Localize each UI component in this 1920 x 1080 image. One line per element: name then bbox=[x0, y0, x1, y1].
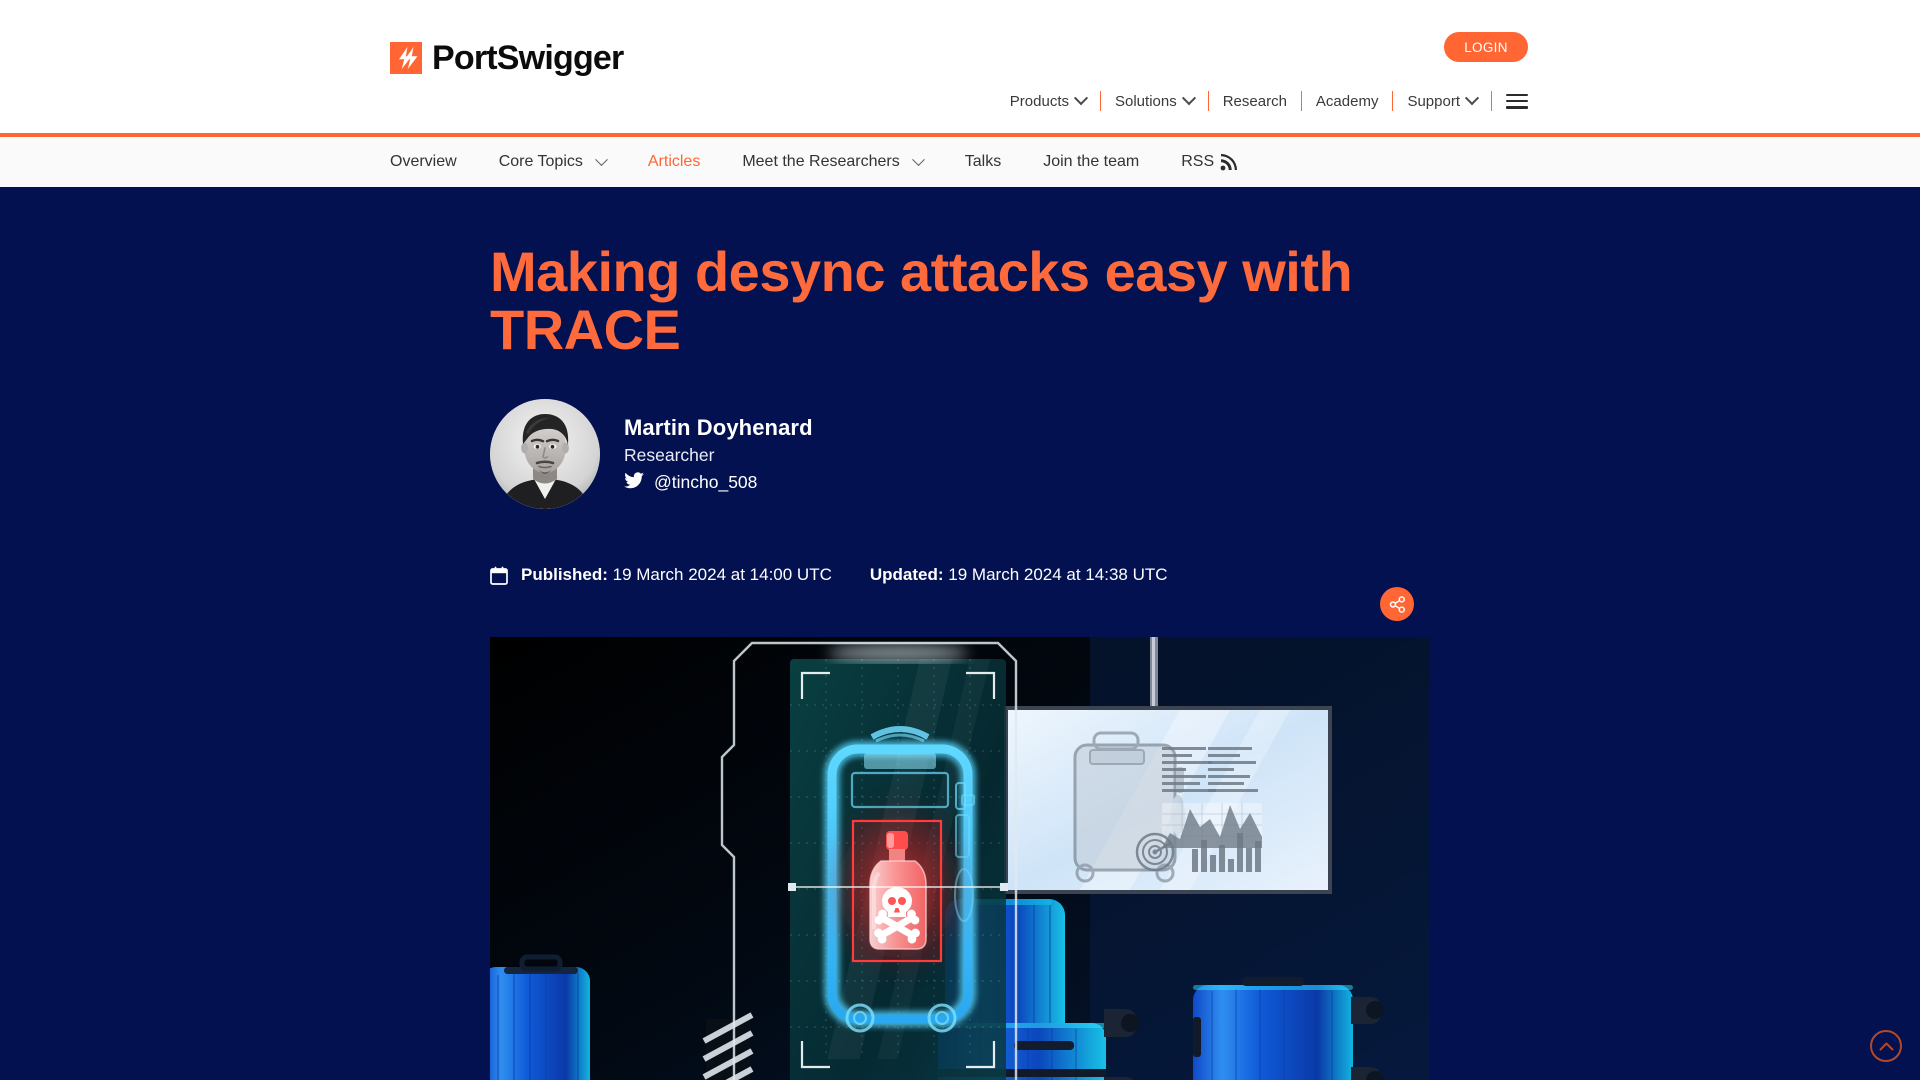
hazard-stripes bbox=[702, 1012, 754, 1080]
subnav-item-join-the-team-label: Join the team bbox=[1043, 153, 1140, 170]
subnav-item-rss-label: RSS bbox=[1181, 153, 1215, 170]
primary-navigation: Products Solutions Research Academy Supp… bbox=[996, 91, 1528, 111]
article-dates: Published: 19 March 2024 at 14:00 UTC Up… bbox=[490, 565, 1430, 585]
subnav-item-overview[interactable]: Overview bbox=[390, 153, 457, 171]
hamburger-menu-icon bbox=[1506, 93, 1528, 109]
published-date: Published: 19 March 2024 at 14:00 UTC bbox=[521, 565, 832, 585]
chevron-up-icon bbox=[1879, 1042, 1893, 1050]
subnav-item-talks[interactable]: Talks bbox=[965, 153, 1001, 171]
nav-item-products[interactable]: Products bbox=[996, 91, 1100, 110]
rss-icon bbox=[1220, 153, 1238, 171]
portswigger-logo[interactable]: PortSwigger bbox=[390, 39, 624, 77]
share-icon bbox=[1389, 595, 1405, 613]
updated-date: Updated: 19 March 2024 at 14:38 UTC bbox=[870, 565, 1168, 585]
research-subnav: Overview Core Topics Articles Meet the R… bbox=[0, 137, 1920, 187]
hamburger-menu-button[interactable] bbox=[1492, 93, 1528, 109]
hero-content: Making desync attacks easy with TRACE Ma… bbox=[490, 187, 1430, 1080]
chevron-down-icon bbox=[1181, 91, 1196, 106]
chevron-down-icon bbox=[911, 152, 925, 166]
updated-value: 19 March 2024 at 14:38 UTC bbox=[948, 565, 1168, 585]
nav-item-academy-label: Academy bbox=[1315, 92, 1379, 110]
subnav-item-articles[interactable]: Articles bbox=[648, 153, 700, 171]
avatar bbox=[490, 399, 600, 510]
nav-item-support-label: Support bbox=[1407, 92, 1460, 110]
logo-text: PortSwigger bbox=[432, 39, 624, 77]
twitter-bird-icon bbox=[624, 472, 644, 494]
portswigger-lightning-icon bbox=[390, 42, 422, 74]
subnav-item-core-topics-label: Core Topics bbox=[498, 153, 583, 170]
scanner-monitor bbox=[1004, 706, 1332, 895]
chevron-down-icon bbox=[595, 152, 608, 166]
suitcase-left bbox=[490, 954, 590, 1080]
author-block: Martin Doyhenard Researcher @tincho_508 bbox=[490, 399, 1430, 510]
subnav-item-meet-the-researchers[interactable]: Meet the Researchers bbox=[742, 152, 925, 171]
chevron-down-icon bbox=[1073, 91, 1089, 106]
author-meta: Martin Doyhenard Researcher @tincho_508 bbox=[624, 415, 813, 494]
site-header: PortSwigger LOGIN Products Solutions Res… bbox=[0, 0, 1920, 133]
login-button[interactable]: LOGIN bbox=[1444, 32, 1528, 62]
nav-item-research[interactable]: Research bbox=[1209, 93, 1301, 110]
subnav-item-rss[interactable]: RSS bbox=[1181, 153, 1238, 171]
nav-item-solutions[interactable]: Solutions bbox=[1101, 91, 1208, 110]
published-label: Published: bbox=[521, 565, 608, 585]
author-role: Researcher bbox=[624, 444, 715, 465]
subnav-item-meet-the-researchers-label: Meet the Researchers bbox=[742, 153, 900, 170]
author-twitter-link[interactable]: @tincho_508 bbox=[624, 472, 813, 494]
nav-item-academy[interactable]: Academy bbox=[1302, 93, 1393, 110]
subnav-item-overview-label: Overview bbox=[390, 153, 457, 170]
chevron-down-icon bbox=[1464, 91, 1480, 106]
nav-item-products-label: Products bbox=[1009, 92, 1069, 110]
author-twitter-handle: @tincho_508 bbox=[654, 472, 758, 493]
nav-item-support[interactable]: Support bbox=[1393, 91, 1491, 110]
back-to-top-button[interactable] bbox=[1870, 1030, 1902, 1062]
calendar-icon bbox=[490, 566, 508, 585]
updated-label: Updated: bbox=[869, 565, 944, 585]
article-hero-image: Airport baggage X-ray scanner showing a … bbox=[490, 637, 1430, 1080]
page-title: Making desync attacks easy with TRACE bbox=[490, 240, 1353, 362]
article-hero: Making desync attacks easy with TRACE Ma… bbox=[0, 187, 1920, 1080]
published-value: 19 March 2024 at 14:00 UTC bbox=[612, 565, 832, 585]
subnav-item-join-the-team[interactable]: Join the team bbox=[1043, 153, 1139, 171]
nav-item-solutions-label: Solutions bbox=[1115, 92, 1177, 110]
subnav-item-talks-label: Talks bbox=[964, 153, 1002, 170]
subnav-item-core-topics[interactable]: Core Topics bbox=[498, 152, 608, 171]
subnav-item-articles-label: Articles bbox=[647, 153, 701, 170]
author-name: Martin Doyhenard bbox=[624, 414, 813, 440]
nav-item-research-label: Research bbox=[1222, 92, 1287, 110]
share-button[interactable] bbox=[1380, 587, 1414, 621]
